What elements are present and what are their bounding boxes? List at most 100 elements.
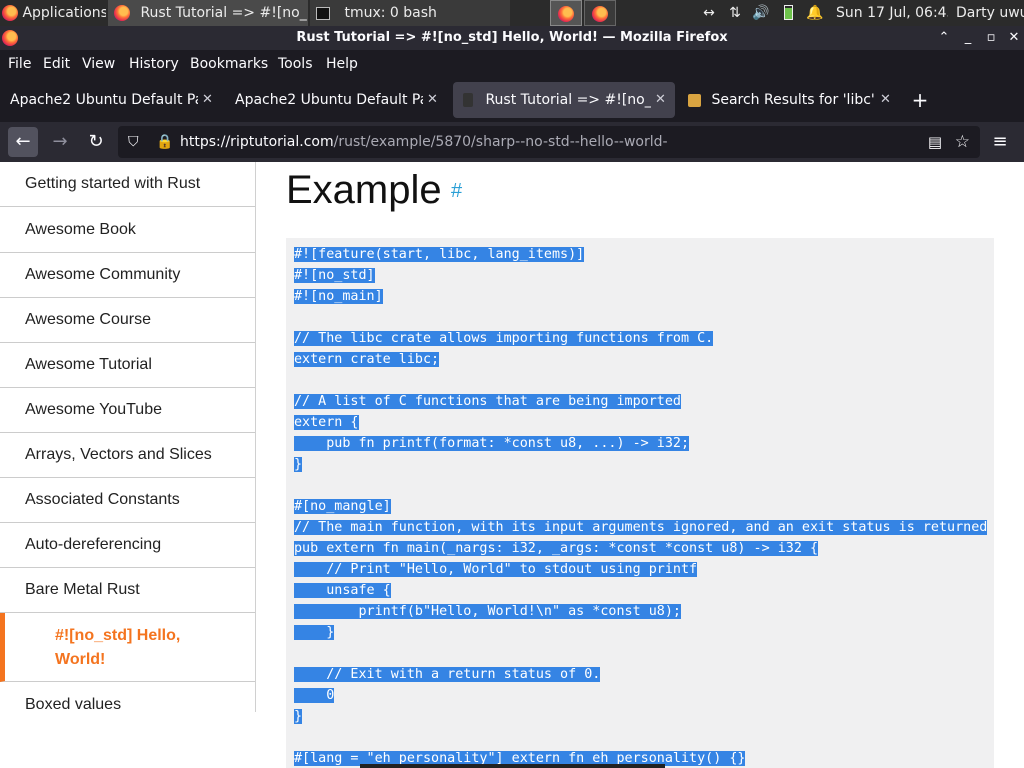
menu-file[interactable]: File [8, 50, 31, 78]
sidebar-item-boxed-values[interactable]: Boxed values [0, 683, 255, 712]
selected-code-text: pub fn printf(format: *const u8, ...) ->… [294, 436, 690, 451]
code-line: // Print "Hello, World" to stdout using … [294, 559, 698, 580]
tab-rust-tutorial[interactable]: Rust Tutorial => #![no_s ✕ [453, 82, 675, 118]
network-updown-icon[interactable]: ⇅ [724, 0, 746, 26]
selected-code-text: #![no_std] [294, 268, 375, 283]
selected-code-text: // The main function, with its input arg… [294, 520, 988, 535]
menu-tools[interactable]: Tools [278, 50, 313, 78]
selected-code-text: unsafe { [294, 583, 391, 598]
code-line: // The main function, with its input arg… [294, 517, 988, 538]
terminal-icon [316, 6, 330, 20]
code-line: pub fn printf(format: *const u8, ...) ->… [294, 433, 690, 454]
sidebar-item-awesome-tutorial[interactable]: Awesome Tutorial [0, 343, 255, 388]
user-menu[interactable]: Darty uwu [956, 0, 1024, 26]
selected-code-text: // A list of C functions that are being … [294, 394, 681, 409]
close-tab-icon[interactable]: ✕ [202, 82, 216, 118]
rust-favicon-icon [463, 93, 473, 107]
firefox-icon [558, 6, 574, 22]
battery-icon[interactable] [778, 0, 798, 26]
lock-icon[interactable]: 🔒 [156, 126, 173, 158]
workspace-2[interactable] [584, 0, 616, 26]
sidebar-subitem-label: World! [55, 651, 106, 668]
system-panel: Applications Rust Tutorial => #![no_... … [0, 0, 1024, 26]
menu-bar: File Edit View History Bookmarks Tools H… [0, 50, 1024, 78]
sidebar-item-associated-constants[interactable]: Associated Constants [0, 478, 255, 523]
taskbar-item-label: Rust Tutorial => #![no_... [140, 5, 308, 21]
close-tab-icon[interactable]: ✕ [427, 82, 441, 118]
horizontal-scrollbar[interactable] [360, 764, 665, 768]
code-line: extern crate libc; [294, 349, 440, 370]
close-tab-icon[interactable]: ✕ [880, 82, 894, 118]
code-line: // The libc crate allows importing funct… [294, 328, 714, 349]
selected-code-text: pub extern fn main(_nargs: i32, _args: *… [294, 541, 819, 556]
sidebar-item-arrays-vectors-slices[interactable]: Arrays, Vectors and Slices [0, 433, 255, 478]
back-button[interactable]: ← [8, 127, 38, 157]
sidebar-item-awesome-course[interactable]: Awesome Course [0, 298, 255, 343]
applications-menu[interactable]: Applications [0, 0, 106, 26]
clock[interactable]: Sun 17 Jul, 06:43 [836, 0, 948, 26]
selected-code-text: #![feature(start, libc, lang_items)] [294, 247, 585, 262]
shield-icon[interactable]: ⛉ [128, 126, 139, 158]
tab-label: Apache2 Ubuntu Default Pa [235, 92, 423, 108]
maximize-button[interactable]: ▫ [981, 28, 1001, 48]
code-line: pub extern fn main(_nargs: i32, _args: *… [294, 538, 819, 559]
app-menu-icon[interactable]: ≡ [985, 127, 1015, 157]
sidebar-item-getting-started[interactable]: Getting started with Rust [0, 162, 255, 207]
close-window-button[interactable]: ✕ [1004, 28, 1024, 48]
code-line: } [294, 454, 303, 475]
code-line: } [294, 706, 303, 727]
url-bar[interactable]: ⛉ 🔒 https://riptutorial.com/rust/example… [118, 126, 980, 158]
tab-bar: Apache2 Ubuntu Default Pa ✕ Apache2 Ubun… [0, 78, 1024, 122]
selected-code-text: // Print "Hello, World" to stdout using … [294, 562, 698, 577]
tab-apache-2[interactable]: Apache2 Ubuntu Default Pa ✕ [225, 82, 447, 118]
window-caret-up-icon[interactable]: ⌃ [934, 28, 954, 48]
sidebar-item-awesome-community[interactable]: Awesome Community [0, 253, 255, 298]
taskbar-item-firefox[interactable]: Rust Tutorial => #![no_... [108, 0, 308, 26]
taskbar-item-label: tmux: 0 bash [344, 5, 437, 21]
code-line: 0 [294, 685, 335, 706]
selected-code-text: 0 [294, 688, 335, 703]
selected-code-text: #![no_main] [294, 289, 383, 304]
sidebar-item-awesome-youtube[interactable]: Awesome YouTube [0, 388, 255, 433]
menu-bookmarks[interactable]: Bookmarks [190, 50, 268, 78]
selected-code-text: extern crate libc; [294, 352, 440, 367]
volume-icon[interactable]: 🔊 [750, 0, 772, 26]
reader-view-icon[interactable]: ▤ [928, 126, 942, 158]
sidebar-subitem-no-std-hello-world[interactable]: #![no_std] Hello, World! [0, 613, 255, 682]
network-arrows-icon[interactable]: ↔ [698, 0, 720, 26]
tab-apache-1[interactable]: Apache2 Ubuntu Default Pa ✕ [0, 82, 222, 118]
selected-code-text: } [294, 625, 335, 640]
minimize-button[interactable]: _ [958, 28, 978, 48]
package-favicon-icon [688, 93, 701, 107]
firefox-icon [592, 6, 608, 22]
sidebar-item-bare-metal-rust[interactable]: Bare Metal Rust [0, 568, 255, 613]
example-heading: Example [286, 168, 442, 212]
tab-search-results[interactable]: Search Results for 'libc' - ✕ [678, 82, 900, 118]
close-tab-icon[interactable]: ✕ [655, 82, 669, 118]
menu-view[interactable]: View [82, 50, 115, 78]
firefox-icon [114, 5, 130, 21]
selected-code-text: // The libc crate allows importing funct… [294, 331, 714, 346]
tab-label: Apache2 Ubuntu Default Pa [10, 92, 198, 108]
code-line: #[no_mangle] [294, 496, 391, 517]
workspace-1[interactable] [550, 0, 582, 26]
bookmark-star-icon[interactable]: ☆ [955, 126, 970, 158]
forward-button[interactable]: → [45, 127, 75, 157]
url-text[interactable]: https://riptutorial.com/rust/example/587… [180, 126, 668, 158]
taskbar-item-terminal[interactable]: tmux: 0 bash [310, 0, 510, 26]
new-tab-button[interactable]: + [908, 82, 932, 118]
menu-help[interactable]: Help [326, 50, 358, 78]
code-line: #![feature(start, libc, lang_items)] [294, 244, 585, 265]
heading-anchor-link[interactable]: # [451, 180, 462, 203]
code-block[interactable]: #![feature(start, libc, lang_items)] #![n… [286, 238, 994, 768]
code-line: #![no_main] [294, 286, 383, 307]
sidebar-item-awesome-book[interactable]: Awesome Book [0, 208, 255, 253]
notification-bell-icon[interactable]: 🔔 [804, 0, 826, 26]
menu-edit[interactable]: Edit [43, 50, 70, 78]
reload-button[interactable]: ↻ [81, 127, 111, 157]
selected-code-text: extern { [294, 415, 359, 430]
sidebar-item-auto-dereferencing[interactable]: Auto-dereferencing [0, 523, 255, 568]
code-line: // A list of C functions that are being … [294, 391, 681, 412]
topic-sidebar: Getting started with Rust Awesome Book A… [0, 162, 256, 712]
menu-history[interactable]: History [129, 50, 179, 78]
